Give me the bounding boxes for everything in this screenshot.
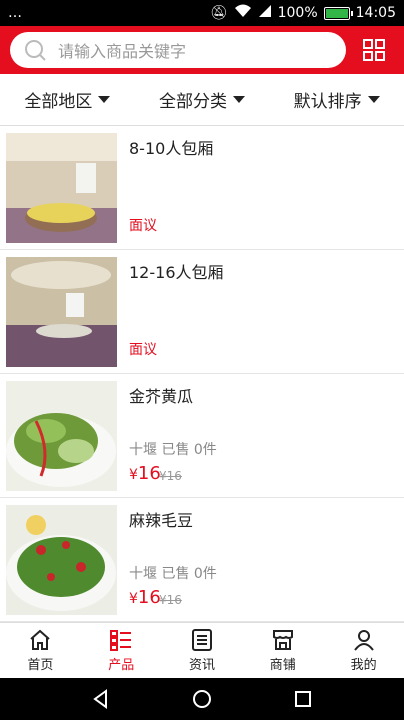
signal-icon — [258, 4, 272, 22]
tab-news[interactable]: 资讯 — [162, 623, 243, 678]
product-image — [6, 257, 117, 367]
original-price: ¥16 — [159, 593, 182, 607]
tab-label: 产品 — [108, 658, 135, 673]
clock: 14:05 — [355, 5, 396, 21]
bottom-tab-bar: 首页 产品 资讯 商铺 我的 — [0, 622, 404, 678]
product-name: 12-16人包厢 — [129, 263, 224, 282]
list-item[interactable]: 12-16人包厢 面议 — [0, 250, 404, 374]
tab-home[interactable]: 首页 — [0, 623, 81, 678]
currency-symbol: ¥ — [129, 467, 138, 483]
header-bar: 请输入商品关键字 — [0, 26, 404, 74]
product-price: ¥16 — [129, 463, 161, 484]
store-icon — [272, 630, 293, 650]
caret-down-icon — [367, 96, 380, 103]
product-name: 金芥黄瓜 — [129, 387, 194, 406]
tab-label: 我的 — [350, 658, 377, 673]
system-nav-bar — [0, 678, 404, 720]
mute-icon: 🔕︎ — [209, 5, 228, 21]
product-name: 8-10人包厢 — [129, 139, 214, 158]
price-value: 16 — [137, 587, 161, 608]
product-meta: 十堰 已售 0件 — [129, 442, 217, 458]
product-info: 12-16人包厢 面议 — [117, 257, 404, 373]
list-item[interactable]: 8-10人包厢 面议 — [0, 126, 404, 250]
status-bar: … 🔕︎ 100% 14:05 — [0, 0, 404, 26]
status-left: … — [8, 5, 22, 21]
filter-bar: 全部地区 全部分类 默认排序 — [0, 74, 404, 126]
product-info: 麻辣毛豆 十堰 已售 0件 ¥16 ¥16 — [117, 505, 404, 621]
category-grid-button[interactable] — [352, 28, 396, 72]
list-icon — [110, 630, 132, 651]
product-image — [6, 505, 117, 615]
caret-down-icon — [98, 96, 111, 103]
wifi-icon — [234, 4, 252, 22]
tab-label: 资讯 — [188, 658, 215, 673]
user-icon — [353, 630, 374, 651]
tab-label: 商铺 — [269, 658, 296, 673]
product-info: 8-10人包厢 面议 — [117, 133, 404, 249]
price-negotiable: 面议 — [129, 218, 157, 234]
product-list: 8-10人包厢 面议 12-16人包厢 面议 金芥黄瓜 十堰 已售 0件 ¥16… — [0, 126, 404, 622]
price-negotiable: 面议 — [129, 342, 157, 358]
filter-category[interactable]: 全部分类 — [135, 87, 270, 112]
tab-products[interactable]: 产品 — [81, 623, 162, 678]
original-price: ¥16 — [159, 469, 182, 483]
product-name: 麻辣毛豆 — [129, 511, 194, 530]
search-icon — [25, 40, 46, 61]
product-info: 金芥黄瓜 十堰 已售 0件 ¥16 ¥16 — [117, 381, 404, 497]
filter-label: 全部地区 — [24, 92, 93, 112]
tab-store[interactable]: 商铺 — [242, 623, 323, 678]
list-item[interactable]: 金芥黄瓜 十堰 已售 0件 ¥16 ¥16 — [0, 374, 404, 498]
grid-icon — [363, 39, 385, 61]
back-icon[interactable] — [91, 689, 111, 709]
status-right: 🔕︎ 100% 14:05 — [210, 4, 396, 22]
home-circle-icon[interactable] — [192, 689, 212, 709]
news-icon — [191, 629, 212, 651]
product-image — [6, 381, 117, 491]
filter-sort[interactable]: 默认排序 — [269, 87, 404, 112]
caret-down-icon — [233, 96, 245, 103]
product-meta: 十堰 已售 0件 — [129, 566, 217, 582]
product-image — [6, 133, 117, 243]
battery-icon — [323, 6, 353, 20]
product-price: ¥16 — [129, 587, 161, 608]
list-item[interactable]: 麻辣毛豆 十堰 已售 0件 ¥16 ¥16 — [0, 498, 404, 622]
search-input[interactable]: 请输入商品关键字 — [10, 32, 346, 68]
battery-percent: 100% — [277, 5, 318, 21]
search-placeholder: 请输入商品关键字 — [58, 42, 187, 61]
filter-label: 全部分类 — [159, 92, 227, 112]
filter-label: 默认排序 — [293, 92, 362, 112]
recents-icon[interactable] — [293, 689, 313, 709]
tab-profile[interactable]: 我的 — [323, 623, 404, 678]
price-value: 16 — [137, 463, 161, 484]
home-icon — [30, 629, 51, 650]
currency-symbol: ¥ — [129, 591, 138, 607]
tab-label: 首页 — [27, 658, 54, 673]
filter-region[interactable]: 全部地区 — [0, 87, 135, 112]
